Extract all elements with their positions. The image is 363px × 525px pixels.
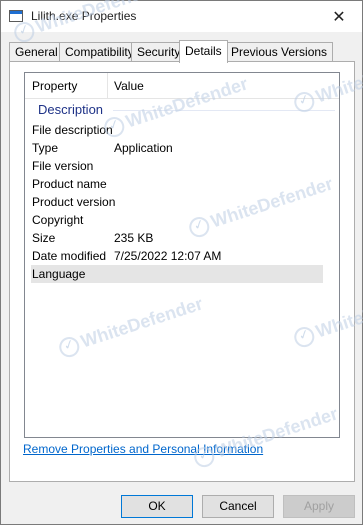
property-value: 235 KB bbox=[114, 231, 154, 245]
list-item[interactable]: Copyright bbox=[25, 211, 339, 229]
list-item[interactable]: Product version bbox=[25, 193, 339, 211]
details-tab-panel: Property Value Description File descript… bbox=[9, 61, 355, 482]
list-item[interactable]: Date modified 7/25/2022 12:07 AM bbox=[25, 247, 339, 265]
tab-details[interactable]: Details bbox=[179, 40, 228, 63]
close-icon[interactable]: ✕ bbox=[316, 1, 362, 32]
property-name: File description bbox=[32, 123, 113, 137]
column-header: Property Value bbox=[25, 73, 339, 99]
column-header-property[interactable]: Property bbox=[32, 79, 77, 93]
list-item[interactable]: File description bbox=[25, 121, 339, 139]
title-bar[interactable]: Lilith.exe Properties ✕ bbox=[1, 1, 362, 32]
property-name: Product version bbox=[32, 195, 116, 209]
list-item[interactable]: File version bbox=[25, 157, 339, 175]
application-window-icon bbox=[9, 10, 23, 22]
remove-properties-link[interactable]: Remove Properties and Personal Informati… bbox=[23, 442, 263, 456]
property-value: 7/25/2022 12:07 AM bbox=[114, 249, 222, 263]
group-header-description: Description bbox=[25, 100, 339, 118]
list-item-selected[interactable]: Language bbox=[31, 265, 323, 283]
column-header-value[interactable]: Value bbox=[114, 79, 144, 93]
list-item[interactable]: Type Application bbox=[25, 139, 339, 157]
property-name: Type bbox=[32, 141, 59, 155]
group-label: Description bbox=[38, 102, 104, 117]
ok-button[interactable]: OK bbox=[121, 495, 193, 518]
tab-previous-versions[interactable]: Previous Versions bbox=[225, 42, 334, 62]
property-name: Date modified bbox=[32, 249, 107, 263]
property-name: Product name bbox=[32, 177, 107, 191]
tab-compatibility[interactable]: Compatibility bbox=[59, 42, 140, 62]
property-name: Size bbox=[32, 231, 56, 245]
property-name: Copyright bbox=[32, 213, 84, 227]
property-name: Language bbox=[32, 267, 86, 281]
window-title: Lilith.exe Properties bbox=[31, 9, 137, 23]
cancel-button[interactable]: Cancel bbox=[202, 495, 274, 518]
list-item[interactable]: Product name bbox=[25, 175, 339, 193]
list-item[interactable]: Size 235 KB bbox=[25, 229, 339, 247]
tab-strip: General Compatibility Security Details P… bbox=[9, 40, 355, 63]
apply-button[interactable]: Apply bbox=[283, 495, 355, 518]
details-list[interactable]: Property Value Description File descript… bbox=[24, 72, 340, 438]
column-divider[interactable] bbox=[107, 73, 108, 98]
group-divider bbox=[113, 110, 335, 111]
property-name: File version bbox=[32, 159, 94, 173]
properties-dialog: Lilith.exe Properties ✕ General Compatib… bbox=[0, 0, 363, 525]
tab-general[interactable]: General bbox=[9, 42, 64, 62]
property-value: Application bbox=[114, 141, 173, 155]
